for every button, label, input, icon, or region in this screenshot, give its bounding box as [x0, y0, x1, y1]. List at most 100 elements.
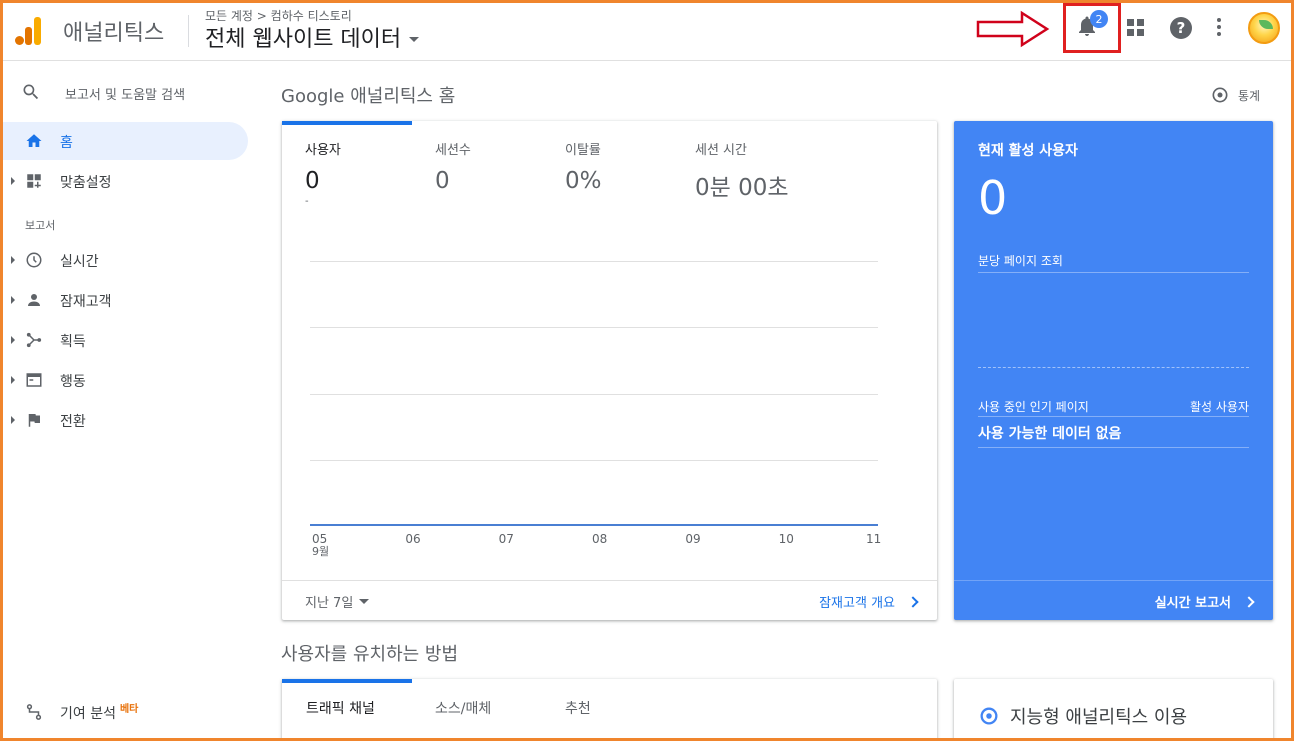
sidebar-item-label: 맞춤설정	[60, 175, 112, 191]
x-tick-label: 06	[405, 532, 421, 546]
header-divider	[188, 15, 189, 47]
acquisition-section-title: 사용자를 유치하는 방법	[281, 644, 459, 665]
metric-bounce-rate[interactable]: 이탈률 0%	[565, 139, 602, 194]
metric-label: 세션 시간	[695, 143, 747, 158]
realtime-report-link[interactable]: 실시간 보고서	[1154, 592, 1255, 611]
chevron-right-icon	[907, 595, 919, 608]
metric-label: 사용자	[305, 143, 341, 158]
x-axis-month-label: 9월	[312, 545, 330, 558]
dashboard-icon	[27, 174, 41, 188]
apps-grid-icon[interactable]	[1127, 19, 1145, 37]
insights-button[interactable]: 통계	[1210, 85, 1260, 105]
sidebar-item-label: 잠재고객	[60, 294, 112, 310]
search-placeholder: 보고서 및 도움말 검색	[65, 88, 186, 103]
series-line	[310, 524, 878, 526]
analytics-logo-icon[interactable]	[15, 15, 43, 45]
sidebar-item-home[interactable]: 홈	[3, 122, 248, 160]
app-name: 애널리틱스	[63, 21, 165, 46]
realtime-divider	[978, 272, 1249, 273]
expand-arrow-icon	[11, 296, 15, 304]
flag-icon	[28, 414, 40, 427]
sidebar-item-audience[interactable]: 잠재고객	[3, 281, 248, 319]
sidebar-item-label: 실시간	[60, 254, 99, 270]
realtime-divider	[978, 447, 1249, 448]
date-range-label: 지난 7일	[305, 596, 354, 611]
home-icon	[26, 134, 42, 147]
x-tick-label: 10	[778, 532, 794, 546]
x-tick-label: 08	[592, 532, 608, 546]
tab-referrals[interactable]: 추천	[565, 698, 591, 718]
expand-arrow-icon	[11, 177, 15, 185]
card-divider	[282, 580, 937, 581]
date-range-selector[interactable]: 지난 7일	[305, 592, 370, 611]
x-tick-label: 07	[498, 532, 514, 546]
active-users-label: 활성 사용자	[1189, 400, 1249, 414]
sidebar-item-customization[interactable]: 맞춤설정	[3, 162, 248, 200]
tab-traffic-channel[interactable]: 트래픽 채널	[306, 698, 375, 718]
pageviews-per-minute-label: 분당 페이지 조회	[978, 254, 1063, 268]
audience-overview-label: 잠재고객 개요	[819, 596, 895, 611]
sidebar-item-realtime[interactable]: 실시간	[3, 241, 248, 279]
metric-users[interactable]: 사용자 0 -	[305, 139, 341, 207]
home-overview-card: 사용자 0 - 세션수 0 이탈률 0% 세션 시간 0분 00초 05 06 07…	[282, 121, 937, 620]
realtime-report-label: 실시간 보고서	[1154, 596, 1231, 611]
clock-icon	[26, 252, 42, 268]
expand-arrow-icon	[11, 336, 15, 344]
metric-tab-indicator	[282, 121, 412, 125]
beta-badge: 베타	[119, 704, 139, 715]
metric-value: 0	[305, 168, 320, 194]
metric-label: 세션수	[435, 143, 471, 158]
expand-arrow-icon	[11, 416, 15, 424]
intelligence-link[interactable]: 지능형 애널리틱스 이용	[978, 703, 1187, 729]
sidebar-search[interactable]: 보고서 및 도움말 검색	[3, 72, 255, 112]
realtime-card: 현재 활성 사용자 0 분당 페이지 조회 사용 중인 인기 페이지 활성 사용…	[954, 121, 1273, 620]
metric-value: 0%	[565, 168, 602, 194]
search-icon	[23, 84, 39, 100]
realtime-divider	[978, 416, 1249, 417]
tab-source-medium[interactable]: 소스/매체	[435, 698, 491, 718]
acquisition-icon	[26, 332, 42, 348]
notification-badge: 2	[1090, 10, 1108, 28]
realtime-title: 현재 활성 사용자	[978, 143, 1078, 159]
chevron-right-icon	[1243, 595, 1255, 608]
intelligence-card[interactable]: 지능형 애널리틱스 이용	[954, 679, 1273, 741]
attribution-label-wrap: 기여 분석 베타	[60, 703, 138, 723]
insights-icon	[1212, 87, 1228, 103]
metric-sparkline-mark: -	[305, 196, 309, 207]
metric-sessions[interactable]: 세션수 0	[435, 139, 471, 194]
red-arrow-annotation-icon	[976, 10, 1050, 48]
realtime-footer-divider	[954, 580, 1273, 581]
more-vert-icon[interactable]	[1216, 18, 1222, 38]
sidebar-item-acquisition[interactable]: 획득	[3, 321, 248, 359]
intelligence-label: 지능형 애널리틱스 이용	[1010, 707, 1188, 728]
behavior-icon	[26, 373, 42, 387]
sidebar-item-conversions[interactable]: 전환	[3, 401, 248, 439]
sidebar-item-label: 획득	[60, 334, 86, 350]
sidebar-item-label: 전환	[60, 414, 86, 430]
caret-down-icon	[409, 36, 420, 42]
expand-arrow-icon	[11, 376, 15, 384]
x-tick-label: 09	[685, 532, 701, 546]
x-tick-label: 11	[866, 532, 882, 546]
audience-overview-link[interactable]: 잠재고객 개요	[819, 592, 919, 611]
person-icon	[28, 294, 40, 306]
intelligence-icon	[980, 707, 998, 725]
sidebar-item-attribution[interactable]: 기여 분석 베타	[3, 693, 248, 731]
help-icon[interactable]: ?	[1170, 17, 1192, 39]
insights-label: 통계	[1238, 88, 1261, 103]
view-selector[interactable]: 전체 웹사이트 데이터	[205, 21, 420, 53]
acquisition-tab-indicator	[282, 679, 412, 683]
realtime-chart-baseline	[978, 367, 1249, 368]
acquisition-card: 트래픽 채널 소스/매체 추천	[282, 679, 937, 741]
avatar[interactable]	[1248, 12, 1280, 44]
no-data-message: 사용 가능한 데이터 없음	[978, 426, 1122, 442]
sidebar-item-label: 기여 분석	[60, 706, 116, 722]
sidebar-item-behavior[interactable]: 행동	[3, 361, 248, 399]
top-pages-label: 사용 중인 인기 페이지	[978, 400, 1089, 414]
sidebar-item-label: 행동	[60, 374, 86, 390]
metric-value: 0분 00초	[695, 175, 789, 201]
metric-session-duration[interactable]: 세션 시간 0분 00초	[695, 139, 789, 202]
sidebar-item-label: 홈	[60, 135, 73, 151]
users-line-chart	[310, 261, 878, 526]
sidebar: 보고서 및 도움말 검색 홈 맞춤설정 보고서 실시간 잠재고객 획득 행동 전…	[3, 62, 255, 738]
